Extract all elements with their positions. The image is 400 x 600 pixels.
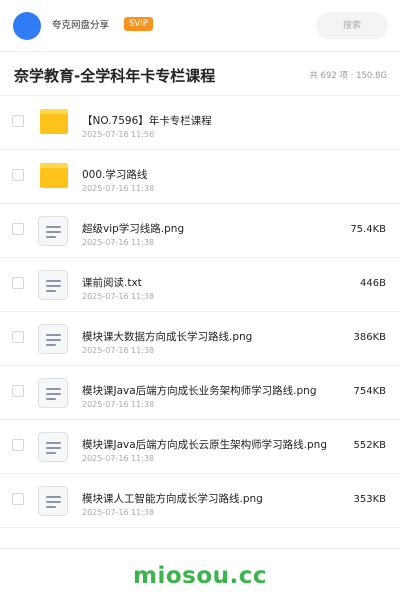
folder-summary: 共 692 项 · 150.8G [309,69,387,81]
footer: miosou.cc [0,548,400,600]
top-bar: 夸克网盘分享 SVIP [0,0,400,52]
select-checkbox[interactable] [12,331,24,343]
select-checkbox[interactable] [12,115,24,127]
document-icon [38,270,68,300]
file-size: 386KB [353,332,386,343]
select-checkbox[interactable] [12,223,24,235]
svip-badge: SVIP [124,17,153,31]
item-count: 共 692 项 [309,71,348,81]
app-name: 夸克网盘分享 [52,20,110,31]
file-row-4[interactable]: 课前阅读.txt 2025-07-16 11:38 446B [0,258,400,312]
file-size: 446B [360,278,386,289]
file-list: 【NO.7596】年卡专栏课程 2025-07-16 11:56 000.学习路… [0,96,400,528]
file-date: 2025-07-16 11:38 [82,454,155,463]
file-row-2[interactable]: 000.学习路线 2025-07-16 11:38 [0,150,400,204]
file-date: 2025-07-16 11:38 [82,346,155,355]
file-date: 2025-07-16 11:38 [82,400,155,409]
site-watermark: miosou.cc [132,563,268,589]
select-checkbox[interactable] [12,277,24,289]
file-row-8[interactable]: 模块课人工智能方向成长学习路线.png 2025-07-16 11:38 353… [0,474,400,528]
select-checkbox[interactable] [12,493,24,505]
document-icon [38,216,68,246]
folder-header: 奈学教育-全学科年卡专栏课程 共 692 项 · 150.8G [0,52,400,96]
page-title: 奈学教育-全学科年卡专栏课程 [14,67,216,85]
file-size: 552KB [353,440,386,451]
search-input[interactable] [316,12,388,39]
file-name: 【NO.7596】年卡专栏课程 [82,115,212,127]
folder-icon [38,108,68,138]
summary-separator: · [350,71,354,81]
file-row-5[interactable]: 模块课大数据方向成长学习路线.png 2025-07-16 11:38 386K… [0,312,400,366]
file-name: 模块课大数据方向成长学习路线.png [82,331,253,343]
file-date: 2025-07-16 11:38 [82,184,155,193]
folder-icon [38,162,68,192]
total-size: 150.8G [356,71,387,81]
document-icon [38,324,68,354]
file-date: 2025-07-16 11:38 [82,508,155,517]
document-icon [38,378,68,408]
file-size: 754KB [353,386,386,397]
file-row-1[interactable]: 【NO.7596】年卡专栏课程 2025-07-16 11:56 [0,96,400,150]
file-name: 超级vip学习线路.png [82,223,185,235]
file-size: 353KB [353,494,386,505]
document-icon [38,432,68,462]
select-checkbox[interactable] [12,385,24,397]
file-name: 模块课Java后端方向成长云原生架构师学习路线.png [82,439,328,451]
file-row-6[interactable]: 模块课Java后端方向成长业务架构师学习路线.png 2025-07-16 11… [0,366,400,420]
file-row-3[interactable]: 超级vip学习线路.png 2025-07-16 11:38 75.4KB [0,204,400,258]
select-checkbox[interactable] [12,169,24,181]
file-date: 2025-07-16 11:38 [82,292,155,301]
file-name: 模块课Java后端方向成长业务架构师学习路线.png [82,385,317,397]
avatar[interactable] [13,12,41,40]
file-name: 模块课人工智能方向成长学习路线.png [82,493,263,505]
file-size: 75.4KB [350,224,386,235]
file-name: 课前阅读.txt [82,277,142,289]
document-icon [38,486,68,516]
select-checkbox[interactable] [12,439,24,451]
file-name: 000.学习路线 [82,169,148,181]
file-date: 2025-07-16 11:56 [82,130,155,139]
file-row-7[interactable]: 模块课Java后端方向成长云原生架构师学习路线.png 2025-07-16 1… [0,420,400,474]
file-date: 2025-07-16 11:38 [82,238,155,247]
